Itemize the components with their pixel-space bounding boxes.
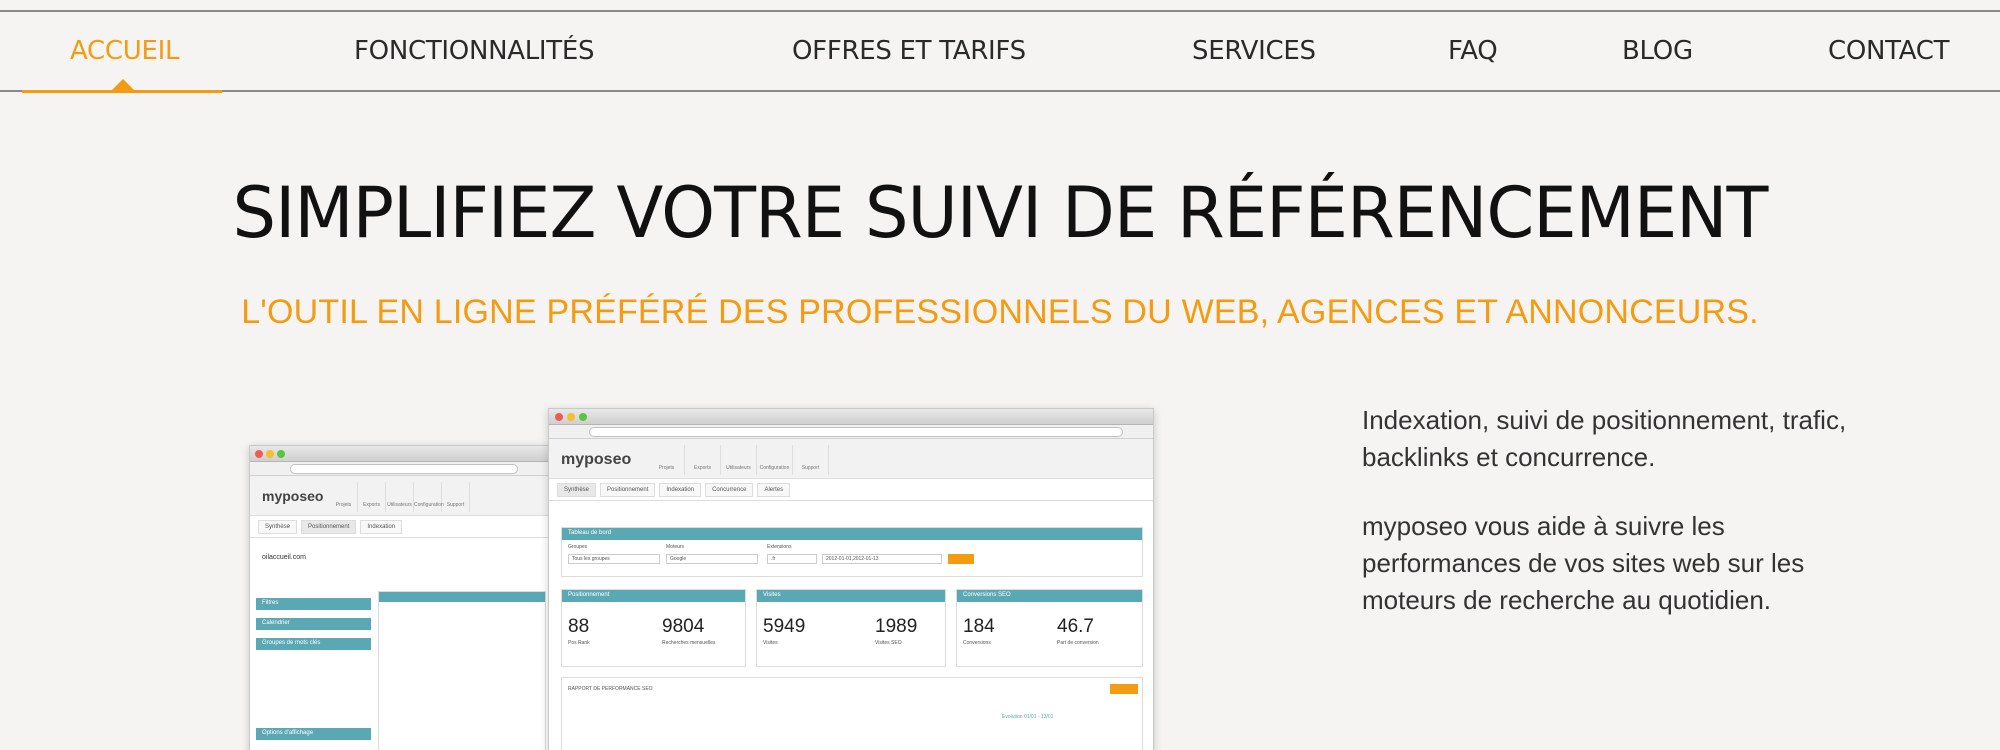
subtab-indexation: Indexation <box>360 519 403 534</box>
date-range-field: 2012-01-01,2012-01-13 <box>822 554 942 564</box>
app-top-tabs: Projets Exports Utilisateurs Configurati… <box>330 482 470 512</box>
main-navigation: ACCUEIL FONCTIONNALITÉS OFFRES ET TARIFS… <box>0 12 2000 92</box>
metric-recherches-label: Recherches mensuelles <box>662 640 716 646</box>
nav-item-services[interactable]: SERVICES <box>1192 36 1316 66</box>
nav-active-caret-icon <box>112 79 134 90</box>
filter-label-extensions: Extensions <box>767 544 792 550</box>
minimize-dot-icon <box>266 450 274 458</box>
tab-projets: Projets <box>649 445 685 475</box>
nav-item-blog[interactable]: BLOG <box>1622 36 1693 66</box>
url-field <box>589 427 1123 437</box>
subtab-synthese: Synthèse <box>258 519 298 534</box>
dashboard-panel-title: Tableau de bord <box>562 528 1142 540</box>
nav-item-faq[interactable]: FAQ <box>1448 36 1498 66</box>
panel-conversions-title: Conversions SEO <box>957 590 1142 602</box>
app-sub-tabs: Synthèse Positionnement Indexation <box>250 516 548 538</box>
metric-conversions: 184 <box>963 616 995 637</box>
nav-item-contact[interactable]: CONTACT <box>1828 36 1950 66</box>
extensions-select: .fr <box>767 554 817 564</box>
tab-support: Support <box>442 482 470 512</box>
panel-positionnement: Positionnement 88 Pos Rank 9804 Recherch… <box>561 589 746 667</box>
filter-label-moteurs: Moteurs <box>666 544 685 550</box>
description-intro: myposeo vous aide à suivre les performan… <box>1362 511 1805 615</box>
metric-visites-seo-label: Visites SEO <box>875 640 902 646</box>
metric-pos-rank: 88 <box>568 616 590 637</box>
keywords-table <box>378 591 546 750</box>
subtab-positionnement: Positionnement <box>600 482 656 497</box>
nav-item-accueil[interactable]: ACCUEIL <box>70 36 179 66</box>
tab-configuration: Configuration <box>414 482 444 512</box>
metric-pos-rank-label: Pos Rank <box>568 640 590 646</box>
metric-visites-seo: 1989 <box>875 616 918 637</box>
maximize-dot-icon <box>277 450 285 458</box>
maximize-dot-icon <box>579 413 587 421</box>
site-name: oilaccueil.com <box>262 554 306 561</box>
apply-filter-button <box>948 554 974 564</box>
hero-subtitle: L'OUTIL EN LIGNE PRÉFÉRÉ DES PROFESSIONN… <box>241 293 1759 331</box>
tab-projets: Projets <box>330 482 358 512</box>
myposeo-logo: myposeo <box>262 488 324 504</box>
nav-item-fonctionnalites[interactable]: FONCTIONNALITÉS <box>354 36 595 66</box>
metric-part-conversion-label: Part de conversion <box>1057 640 1099 646</box>
subtab-alertes: Alertes <box>757 482 791 497</box>
keywords-table-header <box>379 592 545 602</box>
browser-urlbar <box>250 462 548 476</box>
description-features: Indexation, suivi de positionnement, tra… <box>1362 405 1847 472</box>
nav-active-underline <box>22 90 222 93</box>
panel-positionnement-title: Positionnement <box>562 590 745 602</box>
report-label: RAPPORT DE PERFORMANCE SEO <box>568 686 653 692</box>
app-top-tabs: Projets Exports Utilisateurs Configurati… <box>649 445 829 475</box>
app-sub-tabs: Synthèse Positionnement Indexation Concu… <box>549 479 1153 501</box>
browser-urlbar <box>549 425 1153 439</box>
groupes-select: Tous les groupes <box>568 554 660 564</box>
app-header: myposeo Projets Exports Utilisateurs Con… <box>549 439 1153 479</box>
tab-utilisateurs: Utilisateurs <box>386 482 414 512</box>
sidebox-groupes: Groupes de mots clés <box>256 638 371 650</box>
panel-visites-title: Visites <box>757 590 945 602</box>
close-dot-icon <box>555 413 563 421</box>
tab-utilisateurs: Utilisateurs <box>721 445 757 475</box>
myposeo-logo: myposeo <box>561 451 632 468</box>
app-header: myposeo Projets Exports Utilisateurs Con… <box>250 476 548 516</box>
sidebox-calendrier: Calendrier <box>256 618 371 630</box>
sidebox-options: Options d'affichage <box>256 728 371 740</box>
metric-conversions-label: Conversions <box>963 640 991 646</box>
hero-title: SIMPLIFIEZ VOTRE SUIVI DE RÉFÉRENCEMENT <box>232 172 1769 254</box>
moteurs-select: Google <box>666 554 758 564</box>
metric-visites-label: Visites <box>763 640 778 646</box>
metric-visites: 5949 <box>763 616 806 637</box>
subtab-positionnement: Positionnement <box>301 519 357 534</box>
minimize-dot-icon <box>567 413 575 421</box>
subtab-synthese: Synthèse <box>557 482 597 497</box>
evolution-label: Evolution 01/01 - 13/01 <box>1002 714 1054 720</box>
browser-titlebar <box>549 409 1153 425</box>
tab-configuration: Configuration <box>757 445 793 475</box>
metric-part-conversion: 46.7 <box>1057 616 1094 637</box>
subtab-concurrence: Concurrence <box>705 482 754 497</box>
app-screenshot-secondary: myposeo Projets Exports Utilisateurs Con… <box>249 445 549 750</box>
panel-conversions: Conversions SEO 184 Conversions 46.7 Par… <box>956 589 1143 667</box>
performance-report-panel: RAPPORT DE PERFORMANCE SEO Evolution 01/… <box>561 677 1143 750</box>
dashboard-panel: Tableau de bord Groupes Moteurs Extensio… <box>561 527 1143 577</box>
tab-support: Support <box>793 445 829 475</box>
sidebox-filtres: Filtres <box>256 598 371 610</box>
browser-titlebar <box>250 446 548 462</box>
filter-label-groupes: Groupes <box>568 544 588 550</box>
panel-visites: Visites 5949 Visites 1989 Visites SEO <box>756 589 946 667</box>
url-field <box>290 464 518 474</box>
report-apply-button <box>1110 684 1138 694</box>
tab-exports: Exports <box>685 445 721 475</box>
subtab-indexation: Indexation <box>659 482 702 497</box>
tab-exports: Exports <box>358 482 386 512</box>
nav-item-offres-et-tarifs[interactable]: OFFRES ET TARIFS <box>792 36 1026 66</box>
metric-recherches: 9804 <box>662 616 705 637</box>
close-dot-icon <box>255 450 263 458</box>
app-screenshot-main: myposeo Projets Exports Utilisateurs Con… <box>548 408 1154 750</box>
